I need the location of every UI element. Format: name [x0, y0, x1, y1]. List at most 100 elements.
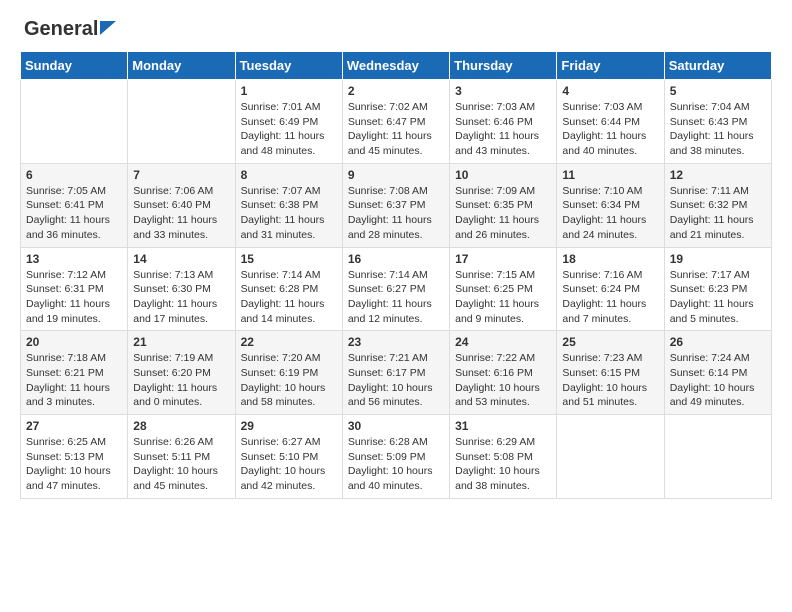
logo-arrow-icon — [100, 21, 116, 40]
day-number: 3 — [455, 84, 551, 98]
cell-content: Sunrise: 7:06 AMSunset: 6:40 PMDaylight:… — [133, 184, 229, 243]
calendar-cell: 23 Sunrise: 7:21 AMSunset: 6:17 PMDayligh… — [342, 331, 449, 415]
day-number: 30 — [348, 419, 444, 433]
calendar-cell: 17 Sunrise: 7:15 AMSunset: 6:25 PMDayligh… — [450, 247, 557, 331]
day-header-tuesday: Tuesday — [235, 52, 342, 80]
cell-content: Sunrise: 7:23 AMSunset: 6:15 PMDaylight:… — [562, 351, 658, 410]
calendar-wrap: SundayMondayTuesdayWednesdayThursdayFrid… — [0, 51, 792, 509]
day-number: 31 — [455, 419, 551, 433]
day-number: 12 — [670, 168, 766, 182]
cell-content: Sunrise: 7:01 AMSunset: 6:49 PMDaylight:… — [241, 100, 337, 159]
calendar-cell: 9 Sunrise: 7:08 AMSunset: 6:37 PMDaylight… — [342, 163, 449, 247]
calendar-cell: 19 Sunrise: 7:17 AMSunset: 6:23 PMDayligh… — [664, 247, 771, 331]
cell-content: Sunrise: 7:11 AMSunset: 6:32 PMDaylight:… — [670, 184, 766, 243]
calendar-cell: 3 Sunrise: 7:03 AMSunset: 6:46 PMDaylight… — [450, 80, 557, 164]
cell-content: Sunrise: 7:10 AMSunset: 6:34 PMDaylight:… — [562, 184, 658, 243]
cell-content: Sunrise: 7:14 AMSunset: 6:27 PMDaylight:… — [348, 268, 444, 327]
calendar-cell: 30 Sunrise: 6:28 AMSunset: 5:09 PMDayligh… — [342, 415, 449, 499]
day-number: 7 — [133, 168, 229, 182]
cell-content: Sunrise: 7:03 AMSunset: 6:44 PMDaylight:… — [562, 100, 658, 159]
calendar-cell: 24 Sunrise: 7:22 AMSunset: 6:16 PMDayligh… — [450, 331, 557, 415]
cell-content: Sunrise: 7:19 AMSunset: 6:20 PMDaylight:… — [133, 351, 229, 410]
calendar-cell: 16 Sunrise: 7:14 AMSunset: 6:27 PMDayligh… — [342, 247, 449, 331]
calendar-cell: 1 Sunrise: 7:01 AMSunset: 6:49 PMDaylight… — [235, 80, 342, 164]
calendar-week-3: 20 Sunrise: 7:18 AMSunset: 6:21 PMDayligh… — [21, 331, 772, 415]
day-header-monday: Monday — [128, 52, 235, 80]
cell-content: Sunrise: 7:16 AMSunset: 6:24 PMDaylight:… — [562, 268, 658, 327]
cell-content: Sunrise: 7:18 AMSunset: 6:21 PMDaylight:… — [26, 351, 122, 410]
cell-content: Sunrise: 6:27 AMSunset: 5:10 PMDaylight:… — [241, 435, 337, 494]
calendar-cell: 13Sunrise: 7:12 AMSunset: 6:31 PMDayligh… — [21, 247, 128, 331]
calendar-cell: 27 Sunrise: 6:25 AMSunset: 5:13 PMDayligh… — [21, 415, 128, 499]
cell-content: Sunrise: 7:12 AMSunset: 6:31 PMDaylight:… — [26, 268, 122, 327]
calendar-cell: 31 Sunrise: 6:29 AMSunset: 5:08 PMDayligh… — [450, 415, 557, 499]
cell-content: Sunrise: 6:26 AMSunset: 5:11 PMDaylight:… — [133, 435, 229, 494]
day-number: 11 — [562, 168, 658, 182]
cell-content: Sunrise: 7:04 AMSunset: 6:43 PMDaylight:… — [670, 100, 766, 159]
cell-content: Sunrise: 7:17 AMSunset: 6:23 PMDaylight:… — [670, 268, 766, 327]
cell-content: Sunrise: 7:02 AMSunset: 6:47 PMDaylight:… — [348, 100, 444, 159]
day-number: 19 — [670, 252, 766, 266]
calendar-cell: 28Sunrise: 6:26 AMSunset: 5:11 PMDayligh… — [128, 415, 235, 499]
cell-content: Sunrise: 7:22 AMSunset: 6:16 PMDaylight:… — [455, 351, 551, 410]
day-number: 1 — [241, 84, 337, 98]
cell-content: Sunrise: 7:03 AMSunset: 6:46 PMDaylight:… — [455, 100, 551, 159]
day-number: 17 — [455, 252, 551, 266]
day-number: 24 — [455, 335, 551, 349]
calendar-cell: 7 Sunrise: 7:06 AMSunset: 6:40 PMDaylight… — [128, 163, 235, 247]
cell-content: Sunrise: 7:08 AMSunset: 6:37 PMDaylight:… — [348, 184, 444, 243]
cell-content: Sunrise: 6:28 AMSunset: 5:09 PMDaylight:… — [348, 435, 444, 494]
day-number: 6 — [26, 168, 122, 182]
calendar-cell: 15Sunrise: 7:14 AMSunset: 6:28 PMDayligh… — [235, 247, 342, 331]
cell-content: Sunrise: 7:07 AMSunset: 6:38 PMDaylight:… — [241, 184, 337, 243]
day-number: 25 — [562, 335, 658, 349]
calendar-cell: 20 Sunrise: 7:18 AMSunset: 6:21 PMDayligh… — [21, 331, 128, 415]
day-number: 15 — [241, 252, 337, 266]
calendar-cell: 4 Sunrise: 7:03 AMSunset: 6:44 PMDaylight… — [557, 80, 664, 164]
calendar-cell: 14 Sunrise: 7:13 AMSunset: 6:30 PMDayligh… — [128, 247, 235, 331]
cell-content: Sunrise: 7:05 AMSunset: 6:41 PMDaylight:… — [26, 184, 122, 243]
calendar-table: SundayMondayTuesdayWednesdayThursdayFrid… — [20, 51, 772, 499]
cell-content: Sunrise: 7:15 AMSunset: 6:25 PMDaylight:… — [455, 268, 551, 327]
calendar-cell — [557, 415, 664, 499]
day-number: 9 — [348, 168, 444, 182]
calendar-cell: 11 Sunrise: 7:10 AMSunset: 6:34 PMDayligh… — [557, 163, 664, 247]
calendar-cell: 8 Sunrise: 7:07 AMSunset: 6:38 PMDaylight… — [235, 163, 342, 247]
cell-content: Sunrise: 6:29 AMSunset: 5:08 PMDaylight:… — [455, 435, 551, 494]
day-number: 21 — [133, 335, 229, 349]
day-number: 22 — [241, 335, 337, 349]
cell-content: Sunrise: 7:09 AMSunset: 6:35 PMDaylight:… — [455, 184, 551, 243]
cell-content: Sunrise: 7:21 AMSunset: 6:17 PMDaylight:… — [348, 351, 444, 410]
day-header-saturday: Saturday — [664, 52, 771, 80]
day-number: 10 — [455, 168, 551, 182]
calendar-week-0: 1 Sunrise: 7:01 AMSunset: 6:49 PMDaylight… — [21, 80, 772, 164]
cell-content: Sunrise: 7:13 AMSunset: 6:30 PMDaylight:… — [133, 268, 229, 327]
day-number: 27 — [26, 419, 122, 433]
calendar-body: 1 Sunrise: 7:01 AMSunset: 6:49 PMDaylight… — [21, 80, 772, 499]
day-number: 20 — [26, 335, 122, 349]
day-number: 26 — [670, 335, 766, 349]
day-header-sunday: Sunday — [21, 52, 128, 80]
calendar-cell: 18Sunrise: 7:16 AMSunset: 6:24 PMDayligh… — [557, 247, 664, 331]
calendar-cell: 29Sunrise: 6:27 AMSunset: 5:10 PMDayligh… — [235, 415, 342, 499]
calendar-cell — [128, 80, 235, 164]
day-number: 16 — [348, 252, 444, 266]
day-header-wednesday: Wednesday — [342, 52, 449, 80]
calendar-cell: 12 Sunrise: 7:11 AMSunset: 6:32 PMDayligh… — [664, 163, 771, 247]
calendar-cell — [21, 80, 128, 164]
day-header-thursday: Thursday — [450, 52, 557, 80]
calendar-cell — [664, 415, 771, 499]
calendar-cell: 6 Sunrise: 7:05 AMSunset: 6:41 PMDaylight… — [21, 163, 128, 247]
day-header-friday: Friday — [557, 52, 664, 80]
cell-content: Sunrise: 7:24 AMSunset: 6:14 PMDaylight:… — [670, 351, 766, 410]
cell-content: Sunrise: 6:25 AMSunset: 5:13 PMDaylight:… — [26, 435, 122, 494]
day-number: 4 — [562, 84, 658, 98]
cell-content: Sunrise: 7:20 AMSunset: 6:19 PMDaylight:… — [241, 351, 337, 410]
day-number: 14 — [133, 252, 229, 266]
calendar-cell: 5Sunrise: 7:04 AMSunset: 6:43 PMDaylight… — [664, 80, 771, 164]
day-number: 23 — [348, 335, 444, 349]
calendar-week-2: 13Sunrise: 7:12 AMSunset: 6:31 PMDayligh… — [21, 247, 772, 331]
logo: General — [24, 18, 116, 41]
day-number: 8 — [241, 168, 337, 182]
calendar-cell: 2Sunrise: 7:02 AMSunset: 6:47 PMDaylight… — [342, 80, 449, 164]
